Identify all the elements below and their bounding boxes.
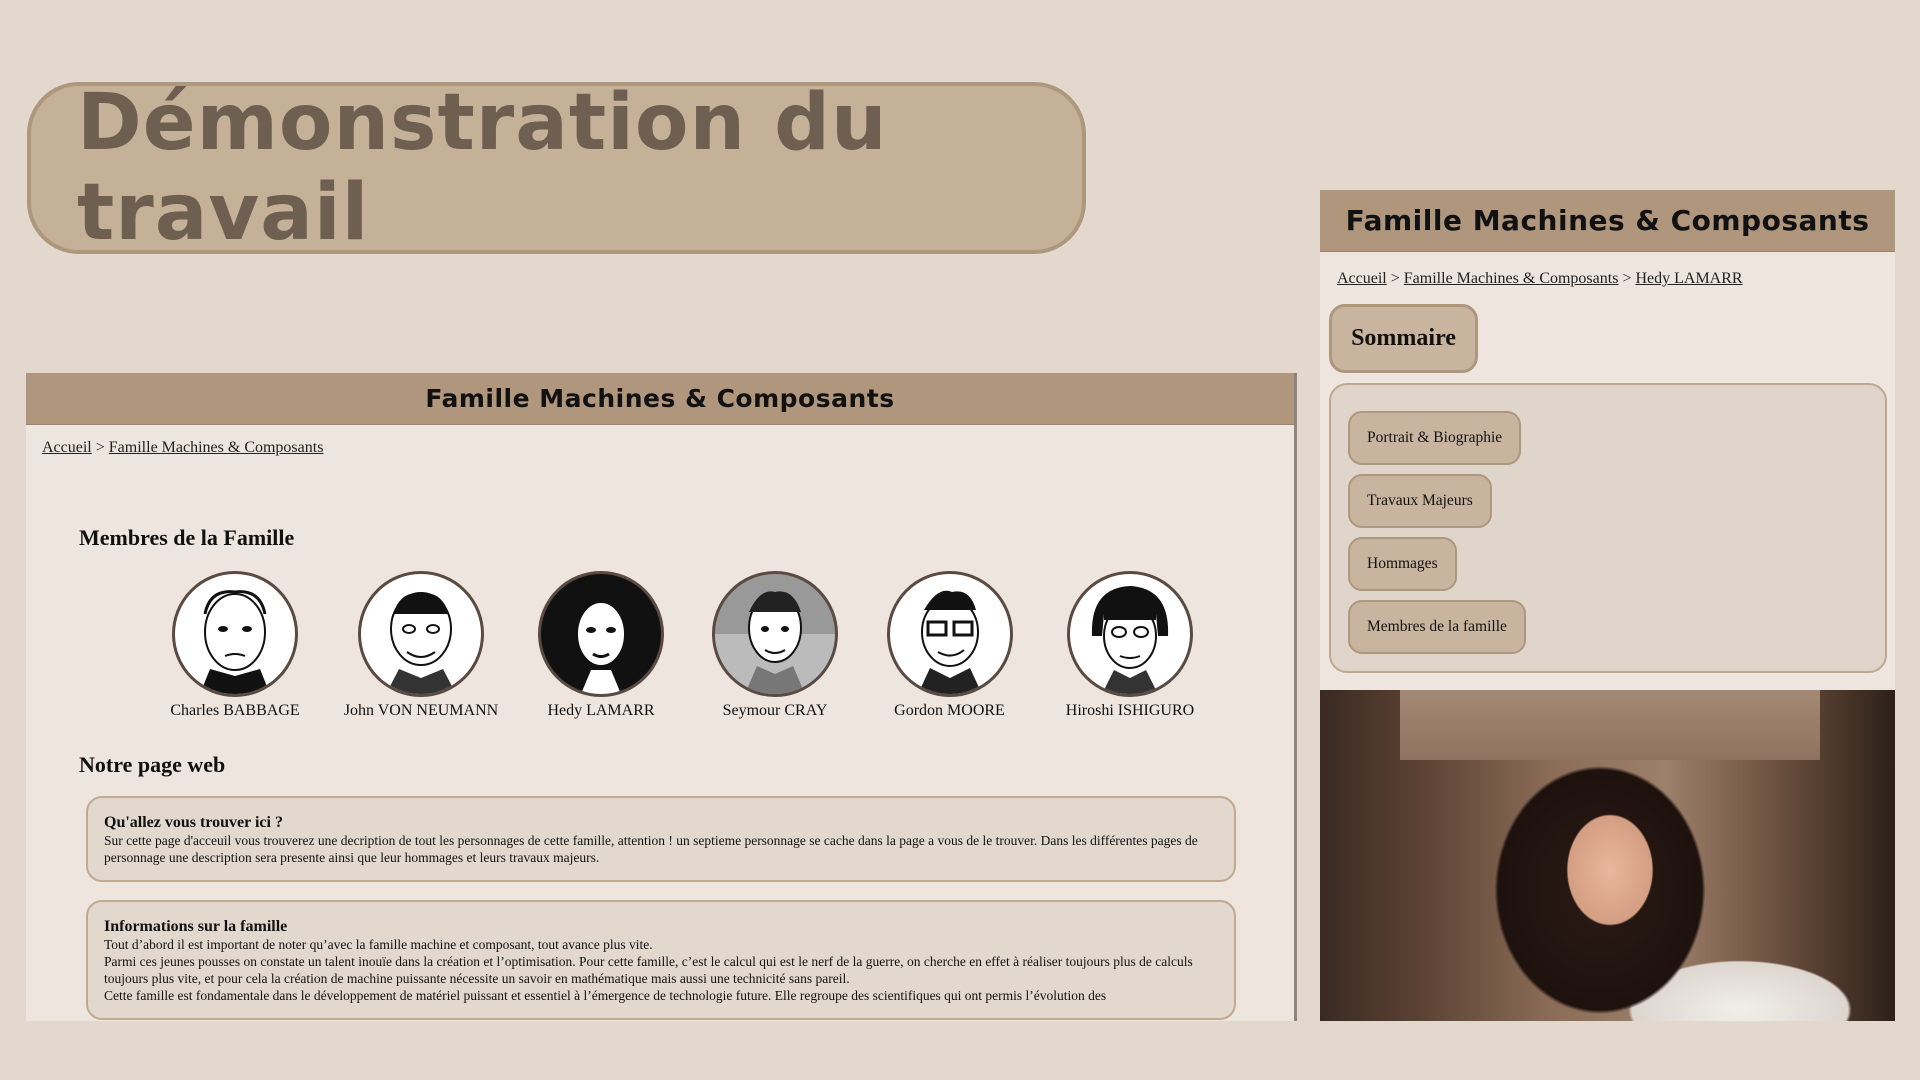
avatar[interactable] — [886, 571, 1013, 697]
avatar[interactable] — [358, 571, 484, 697]
sommaire-item-membres[interactable]: Membres de la famille — [1348, 600, 1526, 654]
member-name[interactable]: Hedy LAMARR — [514, 702, 688, 720]
member-name[interactable]: Hiroshi ISHIGURO — [1037, 702, 1223, 720]
site-title: Famille Machines & Composants — [1345, 204, 1870, 237]
site-title: Famille Machines & Composants — [425, 384, 895, 413]
site-header: Famille Machines & Composants — [26, 373, 1294, 425]
member-ishiguro[interactable]: Hiroshi ISHIGURO — [1037, 571, 1223, 720]
breadcrumb-family-link[interactable]: Famille Machines & Composants — [109, 439, 324, 456]
member-cray[interactable]: Seymour CRAY — [688, 571, 862, 720]
sommaire-item-portrait[interactable]: Portrait & Biographie — [1348, 411, 1522, 465]
slide-title-box: Démonstration du travail — [27, 78, 1086, 258]
site-header: Famille Machines & Composants — [1320, 190, 1895, 252]
breadcrumb-separator: > — [95, 439, 105, 456]
family-page-screenshot: Famille Machines & Composants Accueil > … — [26, 373, 1297, 1021]
breadcrumb-separator: > — [1622, 270, 1632, 287]
card-title: Informations sur la famille — [104, 918, 288, 935]
member-von-neumann[interactable]: John VON NEUMANN — [328, 571, 514, 720]
sommaire-panel: Portrait & Biographie Travaux Majeurs Ho… — [1329, 383, 1887, 673]
info-card-family: Informations sur la famille Tout d’abord… — [86, 900, 1236, 1020]
card-text-line: Cette famille est fondamentale dans le d… — [104, 988, 1107, 1003]
info-card-intro: Qu'allez vous trouver ici ? Sur cette pa… — [86, 796, 1236, 882]
member-name[interactable]: Charles BABBAGE — [142, 702, 328, 720]
members-heading: Membres de la Famille — [79, 525, 295, 550]
breadcrumb-current-link[interactable]: Hedy LAMARR — [1635, 270, 1742, 287]
breadcrumb-home-link[interactable]: Accueil — [42, 439, 92, 456]
card-text-line: Parmi ces jeunes pousses on constate un … — [104, 954, 1193, 986]
breadcrumb-family-link[interactable]: Famille Machines & Composants — [1404, 270, 1619, 287]
photo-background-mantel — [1400, 690, 1820, 760]
avatar[interactable] — [712, 571, 838, 697]
sommaire-item-hommages[interactable]: Hommages — [1348, 537, 1457, 591]
breadcrumb: Accueil > Famille Machines & Composants — [26, 425, 1294, 471]
slide-title: Démonstration du travail — [77, 78, 888, 258]
member-page-screenshot: Famille Machines & Composants Accueil > … — [1320, 190, 1895, 1021]
sommaire-item-travaux[interactable]: Travaux Majeurs — [1348, 474, 1492, 528]
breadcrumb-home-link[interactable]: Accueil — [1337, 270, 1387, 287]
member-name[interactable]: Gordon MOORE — [862, 702, 1037, 720]
member-name[interactable]: John VON NEUMANN — [328, 702, 514, 720]
avatar[interactable] — [1067, 571, 1193, 697]
breadcrumb: Accueil > Famille Machines & Composants … — [1320, 252, 1895, 304]
avatar[interactable] — [172, 571, 298, 697]
portrait-photo — [1320, 690, 1895, 1021]
card-text: Sur cette page d'acceuil vous trouverez … — [104, 833, 1198, 865]
sommaire-button[interactable]: Sommaire — [1329, 304, 1478, 373]
webpage-heading: Notre page web — [79, 752, 226, 777]
card-title: Qu'allez vous trouver ici ? — [104, 814, 283, 831]
card-text-line: Tout d’abord il est important de noter q… — [104, 937, 653, 952]
member-moore[interactable]: Gordon MOORE — [862, 571, 1037, 720]
member-babbage[interactable]: Charles BABBAGE — [142, 571, 328, 720]
member-lamarr[interactable]: Hedy LAMARR — [514, 571, 688, 720]
member-name[interactable]: Seymour CRAY — [688, 702, 862, 720]
breadcrumb-separator: > — [1390, 270, 1400, 287]
avatar[interactable] — [538, 571, 664, 697]
members-list: Charles BABBAGE John VON NEUMANN Hedy LA… — [142, 571, 1294, 720]
